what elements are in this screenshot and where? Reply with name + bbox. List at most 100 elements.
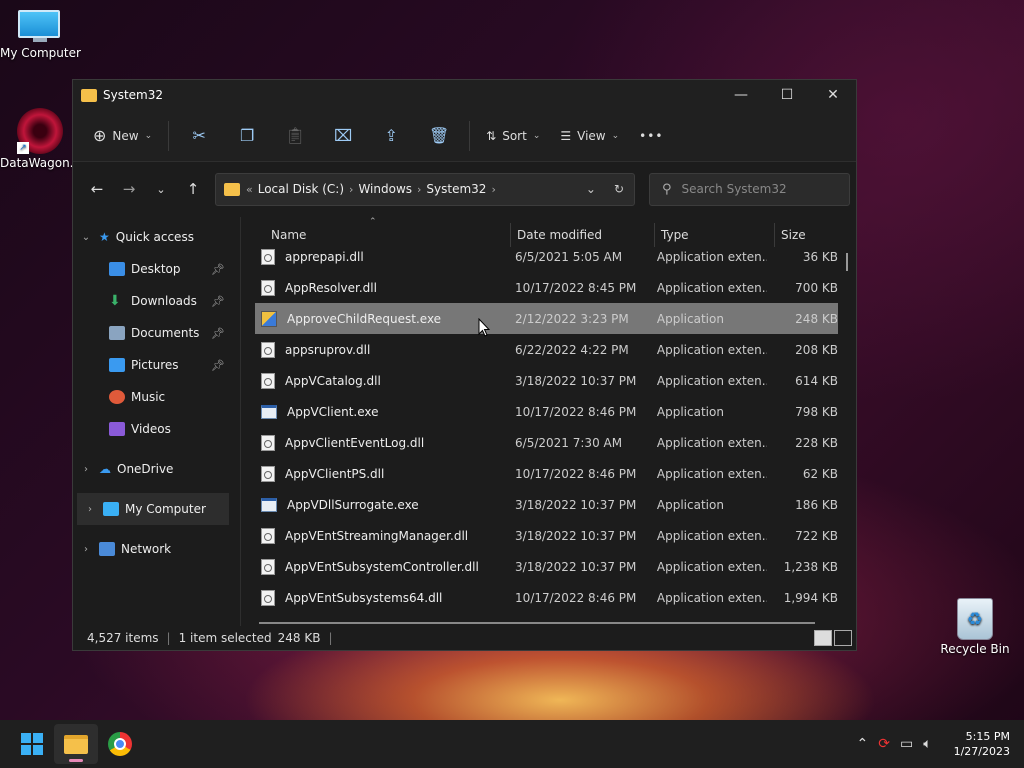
breadcrumb-windows[interactable]: Windows: [358, 182, 412, 196]
nav-desktop[interactable]: Desktop 📌︎: [73, 253, 233, 285]
dll-file-icon: [261, 589, 275, 606]
nav-music[interactable]: Music: [73, 381, 233, 413]
up-button[interactable]: ↑: [177, 173, 209, 205]
desktop-icon-recycle-bin[interactable]: Recycle Bin: [935, 598, 1015, 656]
nav-videos[interactable]: Videos: [73, 413, 233, 445]
taskbar-chrome[interactable]: [98, 724, 142, 764]
file-date: 3/18/2022 10:37 PM: [515, 559, 637, 574]
download-icon: ⬇: [109, 293, 121, 309]
table-row[interactable]: AppVEntStreamingManager.dll 3/18/2022 10:…: [255, 520, 838, 551]
arrow-up-icon: ↑: [186, 180, 200, 198]
nav-label: Pictures: [131, 358, 179, 372]
view-button[interactable]: ☰ View ⌄: [550, 119, 629, 153]
dll-file-icon: [261, 248, 275, 265]
volume-icon[interactable]: 🔈︎: [923, 736, 931, 752]
chevron-up-icon[interactable]: ⌃: [856, 736, 868, 752]
table-row[interactable]: appsruprov.dll 6/22/2022 4:22 PM Applicati…: [255, 334, 838, 365]
more-options-button[interactable]: •••: [629, 119, 673, 153]
desktop-icon-my-computer[interactable]: My Computer: [0, 10, 81, 60]
delete-button[interactable]: 🗑︎: [415, 119, 463, 153]
plus-icon: ⊕: [93, 126, 107, 145]
vertical-scrollbar[interactable]: [846, 253, 848, 271]
file-name-cell: AppResolver.dll: [255, 279, 507, 296]
file-size: 798 KB: [795, 404, 838, 419]
more-icon: •••: [639, 128, 664, 143]
sort-button[interactable]: ⇅ Sort ⌄: [476, 119, 550, 153]
sort-icon: ⇅: [486, 128, 497, 143]
table-row[interactable]: AppVClientPS.dll 10/17/2022 8:46 PM Applic…: [255, 458, 838, 489]
sort-label: Sort: [502, 128, 527, 143]
minimize-button[interactable]: —: [718, 80, 764, 110]
desktop-icon-datawagon[interactable]: ↗ DataWagon...: [0, 108, 81, 170]
details-view-button[interactable]: [814, 630, 832, 646]
forward-button[interactable]: →: [113, 173, 145, 205]
maximize-button[interactable]: ☐: [764, 80, 810, 110]
selection-count: 1 item selected: [178, 631, 272, 645]
horizontal-scrollbar[interactable]: [259, 622, 815, 624]
chevron-right-icon[interactable]: ›: [73, 464, 99, 475]
search-input[interactable]: ⚲ Search System32: [649, 172, 850, 206]
table-row[interactable]: ApproveChildRequest.exe 2/12/2022 3:23 PM…: [255, 303, 838, 334]
breadcrumb-system32[interactable]: System32: [426, 182, 486, 196]
computer-icon: [18, 10, 62, 44]
table-row[interactable]: AppVEntSubsystems64.dll 10/17/2022 8:46 P…: [255, 582, 838, 613]
display-icon[interactable]: ▭: [900, 736, 913, 752]
clock[interactable]: 5:15 PM 1/27/2023: [954, 729, 1010, 759]
sync-icon[interactable]: ⟳: [878, 736, 890, 752]
window-title: System32: [103, 88, 164, 102]
file-type: Application exten...: [656, 373, 768, 388]
file-date: 6/5/2021 7:30 AM: [515, 435, 623, 450]
file-date: 10/17/2022 8:46 PM: [515, 404, 637, 419]
share-button[interactable]: ⇪: [367, 119, 415, 153]
taskbar-file-explorer[interactable]: [54, 724, 98, 764]
table-row[interactable]: AppVClient.exe 10/17/2022 8:46 PM Applicat…: [255, 396, 838, 427]
nav-network[interactable]: › Network: [73, 533, 233, 565]
cut-button[interactable]: ✂: [175, 119, 223, 153]
pane-splitter[interactable]: [233, 217, 241, 626]
table-row[interactable]: apprepapi.dll 6/5/2021 5:05 AM Application…: [255, 241, 838, 272]
back-button[interactable]: ←: [81, 173, 113, 205]
new-button[interactable]: ⊕ New ⌄: [83, 119, 162, 153]
nav-pictures[interactable]: Pictures 📌︎: [73, 349, 233, 381]
pin-icon: 📌︎: [211, 294, 225, 308]
address-history-chevron-icon[interactable]: ⌄: [586, 182, 596, 196]
breadcrumb-local-disk[interactable]: Local Disk (C:): [258, 182, 344, 196]
nav-quick-access[interactable]: ⌄ ★ Quick access: [73, 221, 233, 253]
chevron-right-icon[interactable]: ›: [77, 504, 103, 515]
table-row[interactable]: AppvClientEventLog.dll 6/5/2021 7:30 AM Ap…: [255, 427, 838, 458]
nav-downloads[interactable]: ⬇ Downloads 📌︎: [73, 285, 233, 317]
file-size: 1,238 KB: [783, 559, 838, 574]
chevron-down-icon[interactable]: ⌄: [73, 232, 99, 243]
chevron-right-icon[interactable]: ›: [349, 183, 353, 196]
refresh-icon[interactable]: ↻: [614, 182, 624, 196]
address-bar[interactable]: « Local Disk (C:) › Windows › System32 ›…: [215, 172, 635, 206]
nav-my-computer[interactable]: › My Computer: [77, 493, 229, 525]
chevron-right-icon[interactable]: ›: [417, 183, 421, 196]
file-name: AppVCatalog.dll: [285, 373, 381, 388]
close-button[interactable]: ✕: [810, 80, 856, 110]
large-icons-view-button[interactable]: [834, 630, 852, 646]
table-row[interactable]: AppVCatalog.dll 3/18/2022 10:37 PM Applica…: [255, 365, 838, 396]
nav-label: Music: [131, 390, 166, 404]
list-view-icon: ☰: [560, 128, 572, 143]
copy-button[interactable]: ❐: [223, 119, 271, 153]
computer-icon: [103, 502, 119, 516]
chevron-right-icon[interactable]: ›: [73, 544, 99, 555]
table-row[interactable]: AppResolver.dll 10/17/2022 8:45 PM Applica…: [255, 272, 838, 303]
overflow-icon[interactable]: «: [246, 183, 253, 196]
rename-icon: ⌧: [333, 126, 353, 145]
chevron-right-icon[interactable]: ›: [491, 183, 495, 196]
nav-onedrive[interactable]: › ☁ OneDrive: [73, 453, 233, 485]
rename-button[interactable]: ⌧: [319, 119, 367, 153]
paste-button[interactable]: 📋︎: [271, 119, 319, 153]
start-button[interactable]: [10, 724, 54, 764]
file-explorer-window: System32 — ☐ ✕ ⊕ New ⌄ ✂ ❐ 📋︎ ⌧ ⇪ 🗑︎ ⇅ S…: [72, 79, 857, 651]
title-bar[interactable]: System32 — ☐ ✕: [73, 80, 856, 110]
recent-locations-button[interactable]: ⌄: [145, 173, 177, 205]
table-row[interactable]: AppVDllSurrogate.exe 3/18/2022 10:37 PM Ap…: [255, 489, 838, 520]
video-icon: [109, 422, 125, 436]
nav-documents[interactable]: Documents 📌︎: [73, 317, 233, 349]
table-row[interactable]: AppVEntSubsystemController.dll 3/18/2022 …: [255, 551, 838, 582]
file-name: AppVClient.exe: [287, 404, 379, 419]
file-type: Application exten...: [656, 528, 768, 543]
